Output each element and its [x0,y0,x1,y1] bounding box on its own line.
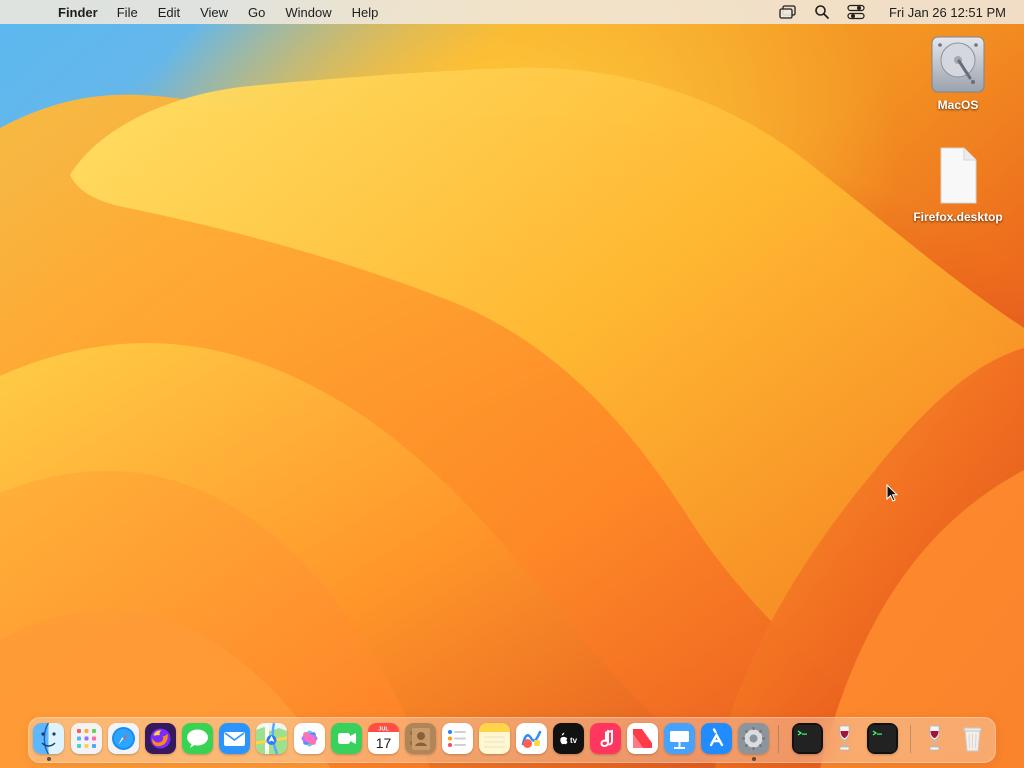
search-icon-graphic [815,5,829,19]
menu-window[interactable]: Window [285,5,331,20]
launchpad-icon[interactable] [71,723,102,754]
menu-app-name[interactable]: Finder [58,5,98,20]
desktop-item-firefox-desktop[interactable]: Firefox.desktop [908,145,1008,224]
desktop-item-label: MacOS [937,98,979,112]
apple-menu-icon[interactable] [18,4,34,20]
finder-icon[interactable] [33,723,64,754]
safari-icon[interactable] [108,723,139,754]
menu-help[interactable]: Help [352,5,379,20]
menu-file[interactable]: File [117,5,138,20]
apple-tv-label: tv [570,736,578,745]
running-indicator [752,757,756,761]
running-indicator [47,757,51,761]
keynote-icon[interactable] [664,723,695,754]
desktop-item-label: Firefox.desktop [913,210,1003,224]
wine-icon[interactable] [829,723,860,754]
document-icon [940,147,977,204]
terminal-icon[interactable] [792,723,823,754]
app-store-icon[interactable] [701,723,732,754]
dock-separator [910,725,911,753]
reminders-icon[interactable] [442,723,473,754]
menu-bar-right: Fri Jan 26 12:51 PM [763,0,1006,24]
news-icon[interactable] [627,723,658,754]
window-stack-icon-graphic [779,5,796,19]
desktop-item-macos[interactable]: MacOS [908,33,1008,112]
terminal-icon[interactable] [867,723,898,754]
desktop-screen: Finder File Edit View Go Window Help Fri… [0,0,1024,768]
menu-bar-left: Finder File Edit View Go Window Help [18,0,398,24]
maps-icon[interactable] [256,723,287,754]
contacts-icon[interactable] [405,723,436,754]
control-center-icon-graphic [847,4,865,20]
calendar-month: JUL [378,727,389,733]
notes-icon[interactable] [479,723,510,754]
system-settings-icon[interactable] [738,723,769,754]
trash-icon[interactable] [957,723,988,754]
hard-drive-icon [931,36,985,93]
messages-icon[interactable] [182,723,213,754]
menu-go[interactable]: Go [248,5,265,20]
photos-icon[interactable] [294,723,325,754]
dock-separator [778,725,779,753]
freeform-icon[interactable] [516,723,547,754]
menu-edit[interactable]: Edit [158,5,180,20]
window-stack-icon[interactable] [779,3,797,21]
facetime-icon[interactable] [331,723,362,754]
wine-icon[interactable] [919,723,950,754]
firefox-icon[interactable] [145,723,176,754]
apple-tv-icon[interactable]: tv [553,723,584,754]
music-icon[interactable] [590,723,621,754]
wallpaper [0,67,1024,768]
mail-icon[interactable] [219,723,250,754]
search-icon[interactable] [813,3,831,21]
calendar-icon[interactable]: JUL 17 [368,723,399,754]
mouse-cursor-icon [886,484,898,502]
menu-bar: Finder File Edit View Go Window Help Fri… [0,0,1024,24]
menu-clock[interactable]: Fri Jan 26 12:51 PM [889,5,1006,20]
control-center-icon[interactable] [847,3,865,21]
dock: JUL 17 tv [28,717,996,763]
menu-view[interactable]: View [200,5,228,20]
calendar-day: 17 [376,735,392,751]
